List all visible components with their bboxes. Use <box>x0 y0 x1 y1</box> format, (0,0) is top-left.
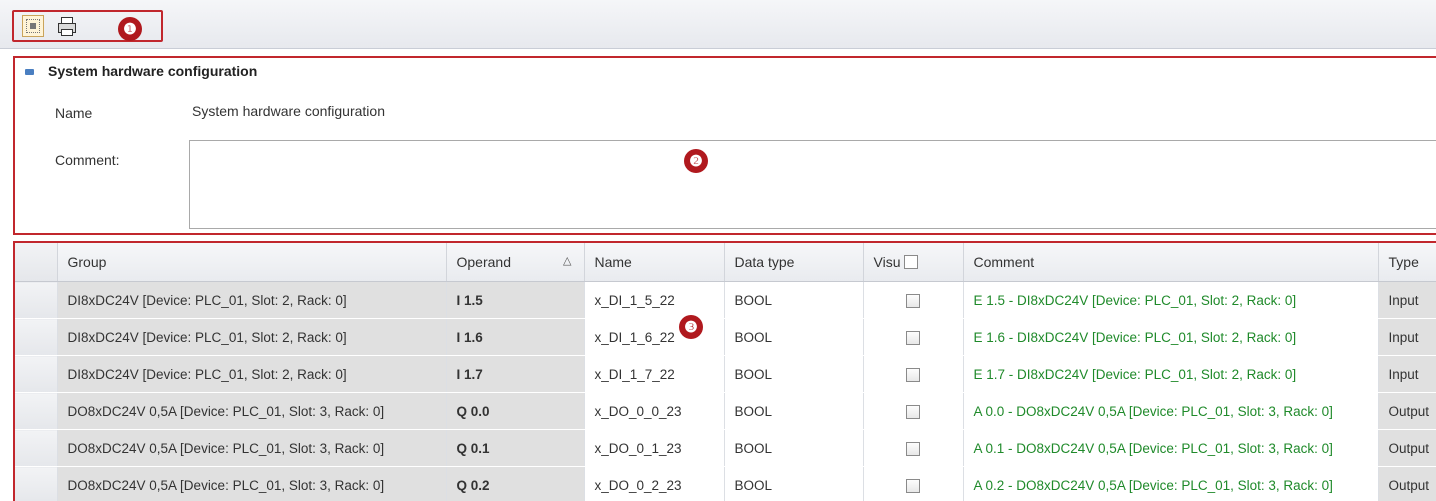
row-header-cell[interactable] <box>15 355 58 393</box>
row-header-cell[interactable] <box>15 392 58 430</box>
data-type-cell[interactable]: BOOL <box>724 281 864 319</box>
comment-cell[interactable]: E 1.5 - DI8xDC24V [Device: PLC_01, Slot:… <box>963 281 1379 319</box>
column-header-label: Data type <box>734 254 795 270</box>
visu-cell <box>863 429 964 467</box>
data-type-cell[interactable]: BOOL <box>724 392 864 430</box>
visu-cell <box>863 281 964 319</box>
symbol-table: Group Operand △ Name Data type Visu Comme… <box>13 241 1436 501</box>
table-row[interactable]: DO8xDC24V 0,5A [Device: PLC_01, Slot: 3,… <box>15 429 1436 467</box>
toolbar <box>0 0 1436 49</box>
table-row[interactable]: DO8xDC24V 0,5A [Device: PLC_01, Slot: 3,… <box>15 392 1436 430</box>
type-cell: Output <box>1378 392 1436 430</box>
group-cell: DO8xDC24V 0,5A [Device: PLC_01, Slot: 3,… <box>57 466 447 501</box>
visu-select-all-checkbox[interactable] <box>904 255 919 269</box>
column-header-label: Comment <box>973 254 1035 270</box>
visu-cell <box>863 466 964 501</box>
table-row[interactable]: DI8xDC24V [Device: PLC_01, Slot: 2, Rack… <box>15 355 1436 393</box>
name-value[interactable]: System hardware configuration <box>192 103 385 119</box>
name-cell[interactable]: x_DO_0_2_23 <box>584 466 725 501</box>
name-cell[interactable]: x_DI_1_7_22 <box>584 355 725 393</box>
group-cell: DO8xDC24V 0,5A [Device: PLC_01, Slot: 3,… <box>57 429 447 467</box>
group-cell: DI8xDC24V [Device: PLC_01, Slot: 2, Rack… <box>57 355 447 393</box>
visu-cell <box>863 318 964 356</box>
visu-checkbox[interactable] <box>906 441 920 456</box>
group-cell: DI8xDC24V [Device: PLC_01, Slot: 2, Rack… <box>57 318 447 356</box>
column-header-label: Operand <box>456 254 511 270</box>
data-type-cell[interactable]: BOOL <box>724 466 864 501</box>
column-header-group[interactable]: Group <box>57 243 447 282</box>
operand-cell: Q 0.1 <box>446 429 585 467</box>
column-header-operand[interactable]: Operand △ <box>446 243 585 282</box>
visu-checkbox[interactable] <box>906 367 920 382</box>
column-header-label: Name <box>594 254 632 270</box>
row-header-cell[interactable] <box>15 429 58 467</box>
type-cell: Input <box>1378 281 1436 319</box>
comment-cell[interactable]: A 0.2 - DO8xDC24V 0,5A [Device: PLC_01, … <box>963 466 1379 501</box>
table-row[interactable]: DI8xDC24V [Device: PLC_01, Slot: 2, Rack… <box>15 281 1436 319</box>
collapse-icon[interactable] <box>25 69 34 75</box>
column-header-label: Type <box>1388 254 1419 270</box>
callout-badge-1: ❶ <box>118 17 142 41</box>
column-header-visu[interactable]: Visu <box>863 243 964 282</box>
visu-checkbox[interactable] <box>906 478 920 493</box>
column-header-type[interactable]: Type <box>1378 243 1436 282</box>
callout-badge-3: ❸ <box>679 315 703 339</box>
data-type-cell[interactable]: BOOL <box>724 429 864 467</box>
comment-cell[interactable]: E 1.7 - DI8xDC24V [Device: PLC_01, Slot:… <box>963 355 1379 393</box>
operand-cell: I 1.5 <box>446 281 585 319</box>
name-cell[interactable]: x_DO_0_1_23 <box>584 429 725 467</box>
type-cell: Input <box>1378 355 1436 393</box>
comment-cell[interactable]: A 0.0 - DO8xDC24V 0,5A [Device: PLC_01, … <box>963 392 1379 430</box>
comment-field[interactable] <box>189 140 1436 229</box>
column-header-label: Visu <box>873 254 901 270</box>
visu-checkbox[interactable] <box>906 330 920 345</box>
row-header-cell[interactable] <box>15 281 58 319</box>
group-cell: DI8xDC24V [Device: PLC_01, Slot: 2, Rack… <box>57 281 447 319</box>
grid-view-icon[interactable] <box>22 15 44 37</box>
row-header-cell[interactable] <box>15 318 58 356</box>
comment-cell[interactable]: E 1.6 - DI8xDC24V [Device: PLC_01, Slot:… <box>963 318 1379 356</box>
printer-icon[interactable] <box>56 15 78 37</box>
comment-label: Comment: <box>55 152 120 168</box>
visu-cell <box>863 355 964 393</box>
group-cell: DO8xDC24V 0,5A [Device: PLC_01, Slot: 3,… <box>57 392 447 430</box>
name-cell[interactable]: x_DI_1_5_22 <box>584 281 725 319</box>
column-header-name[interactable]: Name <box>584 243 725 282</box>
visu-checkbox[interactable] <box>906 404 920 419</box>
visu-cell <box>863 392 964 430</box>
type-cell: Output <box>1378 429 1436 467</box>
operand-cell: I 1.7 <box>446 355 585 393</box>
column-header-label: Group <box>67 254 107 270</box>
type-cell: Input <box>1378 318 1436 356</box>
operand-cell: I 1.6 <box>446 318 585 356</box>
name-label: Name <box>55 105 93 121</box>
column-header-data-type[interactable]: Data type <box>724 243 864 282</box>
operand-cell: Q 0.2 <box>446 466 585 501</box>
table-row[interactable]: DI8xDC24V [Device: PLC_01, Slot: 2, Rack… <box>15 318 1436 356</box>
column-header-comment[interactable]: Comment <box>963 243 1379 282</box>
type-cell: Output <box>1378 466 1436 501</box>
row-header-corner <box>15 243 58 282</box>
visu-checkbox[interactable] <box>906 293 920 308</box>
comment-cell[interactable]: A 0.1 - DO8xDC24V 0,5A [Device: PLC_01, … <box>963 429 1379 467</box>
data-type-cell[interactable]: BOOL <box>724 355 864 393</box>
row-header-cell[interactable] <box>15 466 58 501</box>
table-row[interactable]: DO8xDC24V 0,5A [Device: PLC_01, Slot: 3,… <box>15 466 1436 501</box>
name-cell[interactable]: x_DI_1_6_22 <box>584 318 725 356</box>
section-title: System hardware configuration <box>48 63 258 79</box>
operand-cell: Q 0.0 <box>446 392 585 430</box>
sort-ascending-icon: △ <box>563 255 572 267</box>
name-cell[interactable]: x_DO_0_0_23 <box>584 392 725 430</box>
table-header-row: Group Operand △ Name Data type Visu Comme… <box>15 243 1436 282</box>
callout-badge-2: ❷ <box>684 149 708 173</box>
data-type-cell[interactable]: BOOL <box>724 318 864 356</box>
